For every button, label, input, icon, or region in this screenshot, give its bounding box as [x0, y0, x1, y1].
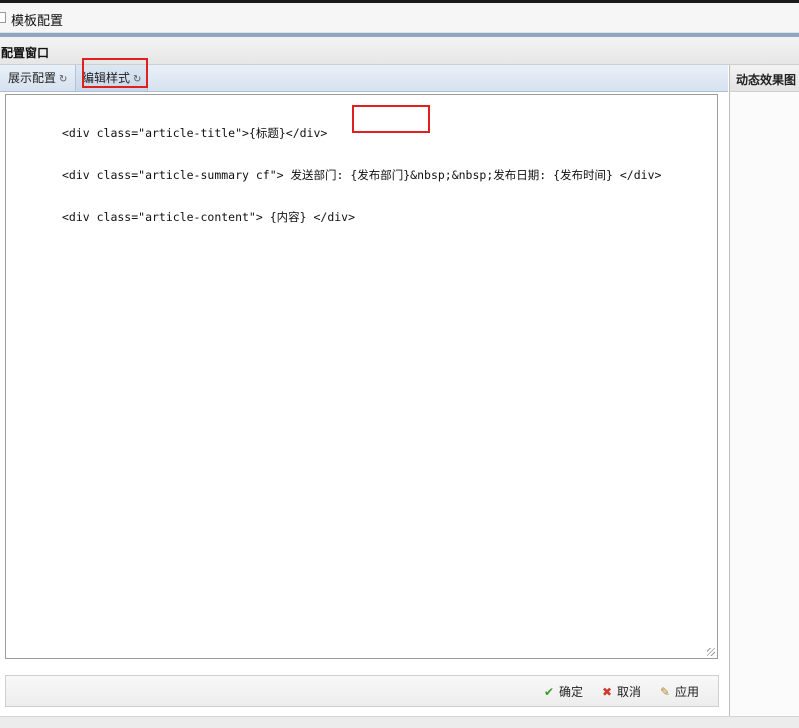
dialog-footer: ✔ 确定 ✖ 取消 ✎ 应用 — [5, 675, 719, 707]
panel-header: 配置窗口 — [0, 37, 799, 65]
ok-label: 确定 — [559, 685, 584, 699]
window-title: 模板配置 — [11, 14, 64, 29]
window-bottom-border — [0, 716, 799, 728]
code-editor[interactable]: <div class="article-title">{标题}</div> <d… — [5, 94, 718, 659]
code-line: <div class="article-title">{标题}</div> — [62, 126, 328, 140]
side-panel-header: 动态效果图 — [729, 65, 799, 92]
code-line: <div class="article-content"> {内容} </div… — [62, 210, 356, 224]
tab-bar: 展示配置 ↻ 编辑样式 ↻ — [0, 65, 728, 92]
panel-title: 配置窗口 — [1, 46, 50, 60]
window-titlebar: 模板配置 — [0, 3, 799, 33]
check-icon: ✔ — [543, 685, 555, 699]
refresh-icon[interactable]: ↻ — [59, 74, 67, 85]
refresh-icon[interactable]: ↻ — [133, 74, 141, 85]
code-line: <div class="article-summary cf"> 发送部门: {… — [62, 168, 662, 182]
side-panel-body — [729, 92, 799, 716]
tab-label: 编辑样式 — [82, 71, 131, 85]
cancel-label: 取消 — [617, 685, 642, 699]
cross-icon: ✖ — [601, 685, 613, 699]
ok-button[interactable]: ✔ 确定 — [542, 683, 583, 701]
tab-label: 展示配置 — [8, 71, 57, 85]
tab-display-config[interactable]: 展示配置 ↻ — [2, 65, 73, 91]
code-text[interactable]: <div class="article-title">{标题}</div> <d… — [62, 98, 661, 252]
cancel-button[interactable]: ✖ 取消 — [600, 683, 641, 701]
apply-label: 应用 — [675, 685, 700, 699]
document-icon — [0, 12, 6, 23]
apply-button[interactable]: ✎ 应用 — [658, 683, 699, 701]
tab-edit-style[interactable]: 编辑样式 ↻ — [75, 65, 149, 91]
resize-grip-icon[interactable] — [707, 648, 715, 656]
pencil-icon: ✎ — [659, 685, 671, 699]
side-panel-title: 动态效果图 — [736, 73, 797, 87]
